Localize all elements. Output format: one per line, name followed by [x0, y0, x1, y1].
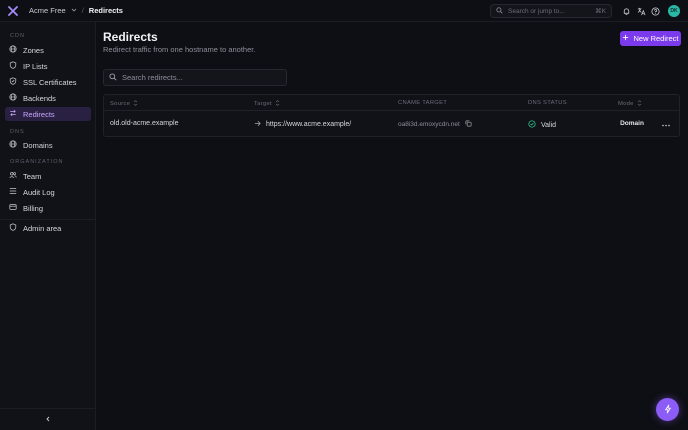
column-source[interactable]: Source [110, 100, 138, 108]
sidebar-item-label: SSL Certificates [23, 77, 77, 87]
collapse-sidebar-button[interactable] [43, 414, 53, 424]
breadcrumb-separator: / [81, 6, 84, 15]
redirects-search-placeholder: Search redirects... [122, 73, 183, 82]
sidebar-item-ip-lists[interactable]: IP Lists [5, 59, 91, 73]
sort-icon [275, 100, 280, 108]
sidebar-divider [0, 219, 96, 220]
redirects-search-input[interactable]: Search redirects... [103, 69, 287, 86]
dns-status-text: Valid [541, 121, 557, 129]
search-shortcut: ⌘K [595, 8, 606, 15]
sidebar-item-label: Billing [23, 203, 44, 213]
sidebar-item-label: Backends [23, 93, 56, 103]
column-cname-target: CNAME TARGET [398, 100, 447, 106]
sidebar-item-label: Zones [23, 45, 44, 55]
sidebar-item-ssl-certificates[interactable]: SSL Certificates [5, 75, 91, 89]
globe-icon [9, 93, 17, 103]
column-label: Target [254, 101, 272, 107]
sidebar-item-redirects[interactable]: Redirects [5, 107, 91, 121]
sidebar-item-team[interactable]: Team [5, 169, 91, 183]
more-actions-button[interactable] [661, 119, 671, 129]
sidebar-item-label: Team [23, 171, 42, 181]
redirect-icon [9, 109, 17, 119]
column-target[interactable]: Target [254, 100, 280, 108]
cell-dns-status: Valid [528, 120, 556, 130]
sidebar-divider [0, 408, 96, 409]
cell-source: old.old-acme.example [110, 120, 179, 127]
app-logo-icon[interactable] [7, 5, 19, 17]
arrow-right-icon [254, 120, 261, 129]
target-url: https://www.acme.example/ [266, 121, 352, 128]
sort-icon [637, 100, 642, 108]
sidebar-item-audit-log[interactable]: Audit Log [5, 185, 91, 199]
cell-target: https://www.acme.example/ [254, 120, 351, 129]
check-circle-icon [528, 120, 536, 130]
bell-icon[interactable] [621, 6, 631, 16]
globe-icon [9, 140, 17, 150]
sidebar-item-label: Redirects [23, 109, 55, 119]
sidebar-item-billing[interactable]: Billing [5, 201, 91, 215]
new-redirect-label: New Redirect [633, 34, 679, 43]
avatar[interactable]: DK [668, 5, 680, 17]
list-icon [9, 187, 17, 197]
table-row[interactable]: old.old-acme.example https://www.acme.ex… [104, 112, 679, 137]
sidebar-item-admin-area[interactable]: Admin area [5, 221, 91, 235]
column-label: Mode [618, 101, 634, 107]
column-label: Source [110, 101, 131, 107]
search-icon [496, 6, 503, 16]
column-mode[interactable]: Mode [618, 100, 642, 108]
copy-icon[interactable] [465, 120, 472, 129]
column-label: CNAME TARGET [398, 100, 448, 106]
sidebar: CDN Zones IP Lists SSL Certificates Back… [0, 22, 96, 430]
certificate-icon [9, 77, 17, 87]
globe-icon [9, 45, 17, 55]
sidebar-item-label: Domains [23, 140, 53, 150]
breadcrumb: Acme Free / Redirects [29, 6, 123, 15]
sidebar-item-zones[interactable]: Zones [5, 43, 91, 57]
team-icon [9, 171, 17, 181]
page-subtitle: Redirect traffic from one hostname to an… [103, 45, 256, 54]
plus-icon [622, 34, 629, 43]
sidebar-item-domains[interactable]: Domains [5, 138, 91, 152]
chevron-left-icon [45, 415, 51, 424]
top-bar: Acme Free / Redirects Search or jump to.… [0, 0, 688, 22]
translate-icon[interactable] [636, 6, 646, 16]
chevron-down-icon[interactable] [71, 6, 77, 15]
lightning-icon [663, 404, 673, 416]
global-search-placeholder: Search or jump to... [508, 7, 565, 15]
table-header: Source Target CNAME TARGET DNS STATUS Mo… [104, 95, 679, 111]
section-label-organization: ORGANIZATION [10, 159, 64, 165]
shield-icon [9, 61, 17, 71]
cell-cname: oa8i3d.emoxycdn.net [398, 120, 472, 129]
mode-badge[interactable]: Domain [614, 117, 650, 130]
sidebar-item-label: Admin area [23, 223, 62, 233]
sidebar-item-backends[interactable]: Backends [5, 91, 91, 105]
cname-value: oa8i3d.emoxycdn.net [398, 121, 460, 128]
redirects-table: Source Target CNAME TARGET DNS STATUS Mo… [103, 94, 680, 137]
shield-icon [9, 223, 17, 233]
sort-icon [133, 100, 138, 108]
sidebar-item-label: IP Lists [23, 61, 48, 71]
section-label-cdn: CDN [10, 33, 25, 39]
help-icon[interactable] [650, 6, 660, 16]
sidebar-item-label: Audit Log [23, 187, 55, 197]
more-horizontal-icon [662, 120, 670, 129]
column-label: DNS STATUS [528, 100, 567, 106]
breadcrumb-current: Redirects [88, 6, 123, 15]
card-icon [9, 203, 17, 213]
column-dns-status: DNS STATUS [528, 100, 567, 106]
new-redirect-button[interactable]: New Redirect [620, 31, 681, 46]
search-icon [109, 72, 117, 83]
org-switcher[interactable]: Acme Free [29, 6, 66, 15]
assistant-fab-button[interactable] [656, 398, 679, 421]
page-title: Redirects [103, 30, 158, 44]
section-label-dns: DNS [10, 129, 25, 135]
global-search[interactable]: Search or jump to... ⌘K [490, 4, 612, 18]
